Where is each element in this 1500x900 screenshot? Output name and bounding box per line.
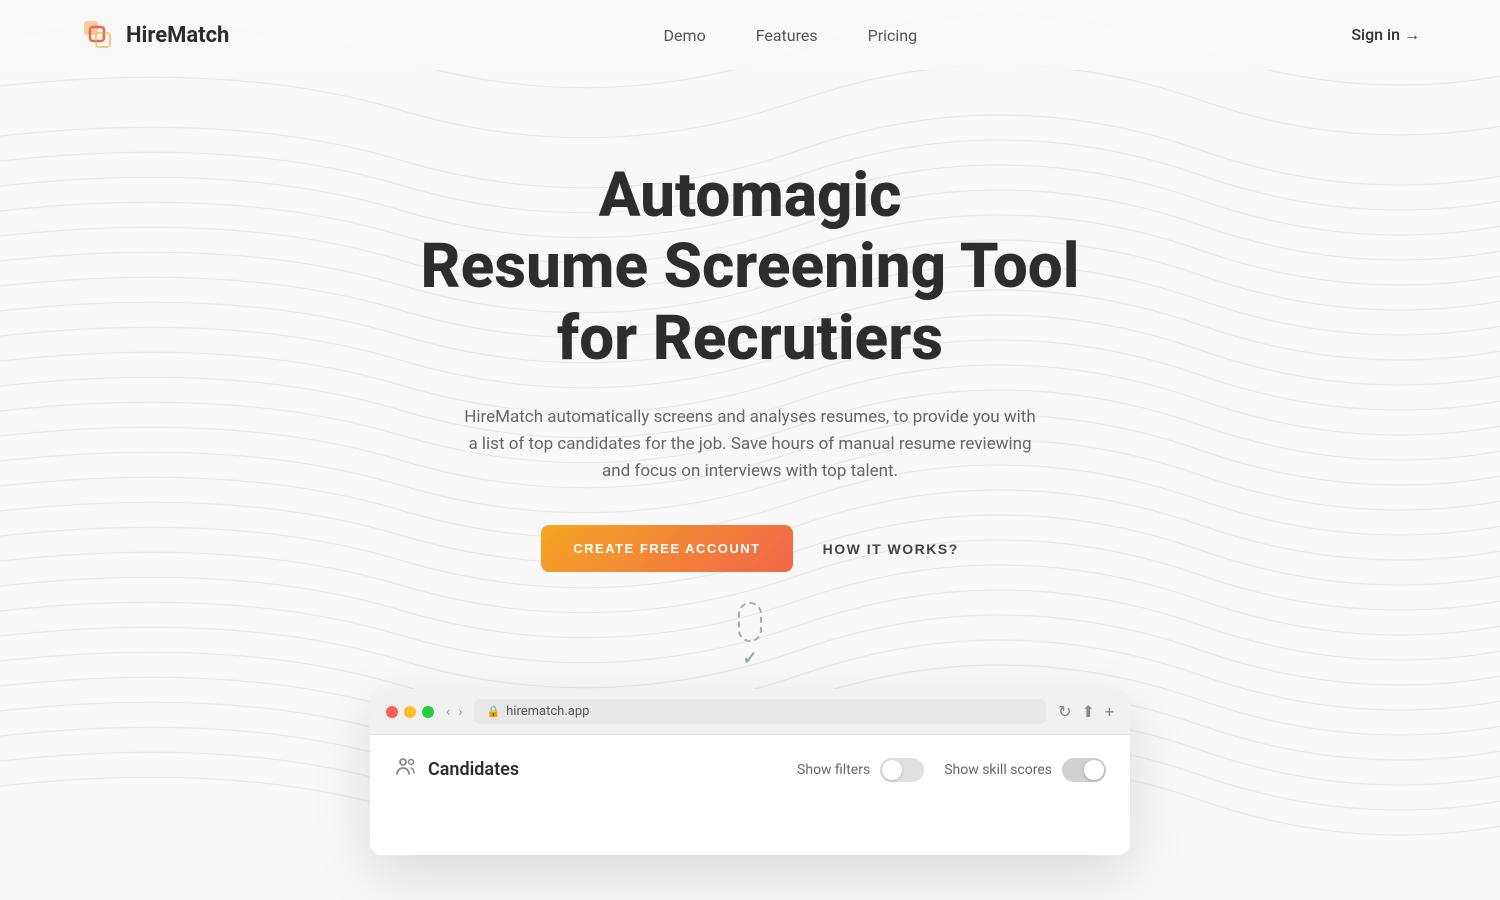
logo[interactable]: HireMatch [80,17,229,53]
candidates-label: Candidates [428,759,519,780]
url-text: hirematch.app [506,704,589,719]
maximize-dot [422,706,434,718]
back-button[interactable]: ‹ [446,704,450,720]
minimize-dot [404,706,416,718]
share-button[interactable]: ⬆ [1082,702,1095,721]
browser-content: Candidates Show filters Show skill score… [370,735,1130,855]
browser-traffic-lights [386,706,434,718]
logo-text: HireMatch [126,23,229,48]
how-it-works-button[interactable]: HOW IT WORKS? [823,541,959,557]
hero-section: Automagic Resume Screening Tool for Recr… [0,70,1500,855]
refresh-button[interactable]: ↻ [1058,702,1071,721]
filters-toggle-switch[interactable] [880,758,924,782]
create-account-button[interactable]: CREATE FREE ACCOUNT [541,525,792,572]
navbar: HireMatch Demo Features Pricing Sign in … [0,0,1500,70]
scroll-dots-icon [738,602,762,642]
toggle-knob [882,760,902,780]
lock-icon: 🔒 [486,705,500,718]
hero-title-line2: Resume Screening Tool [421,230,1080,303]
hero-title-line1: Automagic [599,159,902,232]
show-filters-toggle: Show filters [797,758,924,782]
hero-title-line3: for Recrutiers [557,302,943,375]
nav-link-demo[interactable]: Demo [664,26,706,45]
show-skill-scores-toggle: Show skill scores [944,758,1106,782]
close-dot [386,706,398,718]
candidates-icon [394,755,418,784]
logo-icon [80,17,116,53]
show-skill-scores-label: Show skill scores [944,762,1052,778]
nav-link-features[interactable]: Features [756,26,818,45]
candidates-filters: Show filters Show skill scores [797,758,1106,782]
hero-buttons: CREATE FREE ACCOUNT HOW IT WORKS? [541,525,959,572]
forward-button[interactable]: › [458,704,462,720]
hero-title: Automagic Resume Screening Tool for Recr… [421,160,1080,374]
toggle-knob-2 [1084,760,1104,780]
nav-link-pricing[interactable]: Pricing [868,26,918,45]
hero-subtitle: HireMatch automatically screens and anal… [460,404,1040,486]
browser-nav-buttons: ‹ › [446,704,462,720]
signin-button[interactable]: Sign in → [1351,25,1420,45]
scroll-indicator: ✓ [738,602,762,669]
browser-actions: ↻ ⬆ + [1058,702,1114,721]
browser-toolbar: ‹ › 🔒 hirematch.app ↻ ⬆ + [370,689,1130,735]
scroll-chevron-icon: ✓ [742,648,757,669]
new-tab-button[interactable]: + [1105,702,1114,721]
browser-url-bar[interactable]: 🔒 hirematch.app [474,699,1046,724]
candidates-header: Candidates Show filters Show skill score… [394,755,1106,784]
nav-links: Demo Features Pricing [664,26,918,45]
candidates-title: Candidates [394,755,519,784]
skill-scores-toggle-switch[interactable] [1062,758,1106,782]
show-filters-label: Show filters [797,762,870,778]
browser-mockup: ‹ › 🔒 hirematch.app ↻ ⬆ + [370,689,1130,855]
